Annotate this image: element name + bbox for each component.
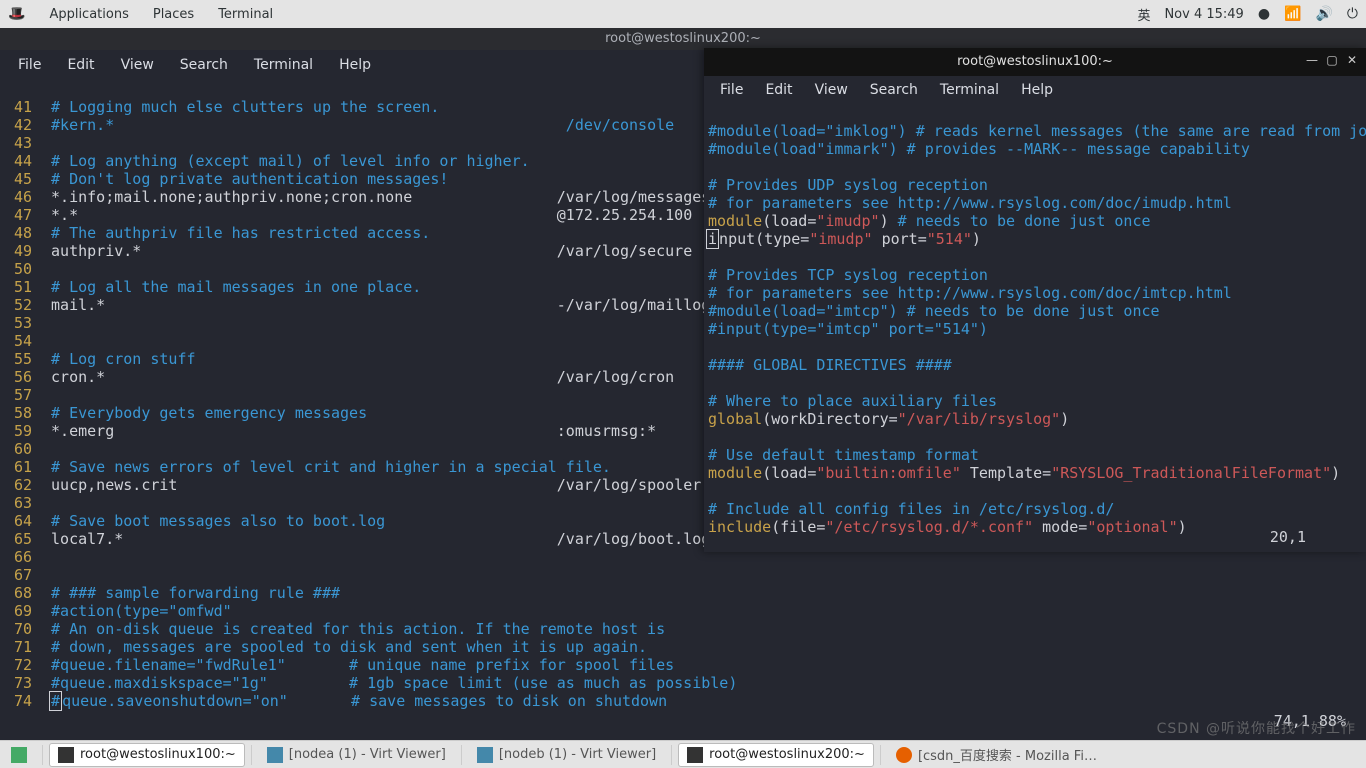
- terminal-window-100: root@westoslinux100:~ — ▢ ✕ File Edit Vi…: [704, 48, 1366, 552]
- task-terminal-200[interactable]: root@westoslinux200:~: [678, 743, 874, 767]
- task-terminal-100[interactable]: root@westoslinux100:~: [49, 743, 245, 767]
- menu-file-2[interactable]: File: [710, 78, 753, 102]
- menu-applications[interactable]: Applications: [49, 7, 128, 22]
- terminal-menubar-2: File Edit View Search Terminal Help: [704, 76, 1366, 104]
- bottom-taskbar: root@westoslinux100:~ [nodea (1) - Virt …: [0, 740, 1366, 768]
- menu-file[interactable]: File: [6, 53, 53, 77]
- wifi-icon[interactable]: 📶: [1284, 6, 1301, 22]
- window-title-2[interactable]: root@westoslinux100:~ — ▢ ✕: [704, 48, 1366, 76]
- editor-area-right[interactable]: #module(load="imklog") # reads kernel me…: [704, 104, 1366, 552]
- task-virt-viewer-a[interactable]: [nodea (1) - Virt Viewer]: [258, 743, 455, 767]
- menu-terminal[interactable]: Terminal: [218, 7, 273, 22]
- menu-view-2[interactable]: View: [805, 78, 858, 102]
- menu-search[interactable]: Search: [168, 53, 240, 77]
- show-desktop-button[interactable]: [2, 743, 36, 767]
- vim-status-right: 20,1: [1270, 528, 1306, 546]
- menu-terminal[interactable]: Terminal: [242, 53, 325, 77]
- task-firefox[interactable]: [csdn_百度搜索 - Mozilla Fi…: [887, 743, 1106, 767]
- menu-edit[interactable]: Edit: [55, 53, 106, 77]
- power-icon[interactable]: ⏻: [1347, 6, 1358, 22]
- input-method-indicator[interactable]: 英: [1137, 5, 1150, 24]
- menu-terminal-2[interactable]: Terminal: [930, 78, 1009, 102]
- task-virt-viewer-b[interactable]: [nodeb (1) - Virt Viewer]: [468, 743, 665, 767]
- window-title[interactable]: root@westoslinux200:~: [0, 28, 1366, 50]
- menu-help[interactable]: Help: [327, 53, 383, 77]
- clock-dot-icon: ●: [1258, 6, 1270, 22]
- menu-help-2[interactable]: Help: [1011, 78, 1063, 102]
- distro-icon: 🎩: [8, 6, 25, 22]
- menu-view[interactable]: View: [109, 53, 166, 77]
- top-panel: 🎩 Applications Places Terminal 英 Nov 4 1…: [0, 0, 1366, 28]
- maximize-icon[interactable]: ▢: [1324, 52, 1340, 68]
- close-icon[interactable]: ✕: [1344, 52, 1360, 68]
- menu-places[interactable]: Places: [153, 7, 194, 22]
- minimize-icon[interactable]: —: [1304, 52, 1320, 68]
- clock[interactable]: Nov 4 15:49: [1164, 7, 1243, 22]
- volume-icon[interactable]: 🔊: [1315, 6, 1332, 22]
- watermark-text: CSDN @听说你能找个好工作: [1157, 718, 1356, 738]
- menu-search-2[interactable]: Search: [860, 78, 928, 102]
- menu-edit-2[interactable]: Edit: [755, 78, 802, 102]
